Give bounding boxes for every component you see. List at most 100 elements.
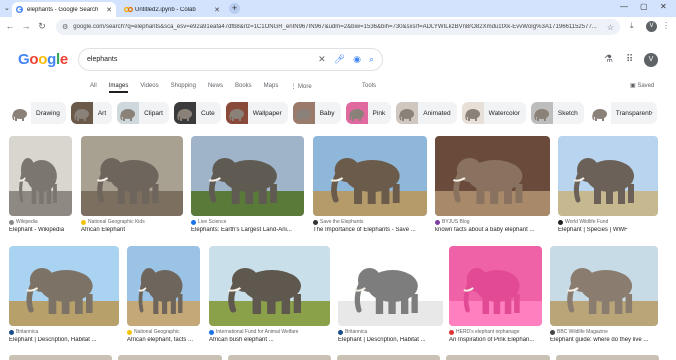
image-result-card[interactable]: National Geographic Kids African Elephant <box>81 136 183 233</box>
chip-art[interactable]: Art <box>70 102 113 124</box>
download-icon[interactable]: ⤓ <box>630 21 634 31</box>
result-caption[interactable]: Elephant | Description, Habitat ... <box>338 337 443 343</box>
image-result-card[interactable]: Live Science Elephants: Earth's Largest L… <box>191 136 304 233</box>
labs-flask-icon[interactable]: ⚗ <box>604 54 613 65</box>
bookmark-star-icon[interactable]: ☆ <box>607 23 614 32</box>
result-image[interactable] <box>435 136 550 216</box>
result-source[interactable]: HERD's elephant orphanage <box>449 329 542 335</box>
image-result-card[interactable]: BYJUS Blog known facts about a baby eleph… <box>435 136 550 233</box>
tab-more[interactable]: ⋮ More <box>290 83 311 93</box>
tools-button[interactable]: Tools <box>362 83 376 89</box>
chip-cute[interactable]: Cute <box>173 102 221 124</box>
image-result-card[interactable]: HERD's elephant orphanage An Inspiration … <box>449 246 542 343</box>
saved-button[interactable]: ▣ Saved <box>630 82 654 89</box>
tab-shopping[interactable]: Shopping <box>171 83 196 93</box>
chip-pink[interactable]: Pink <box>345 102 392 124</box>
tab-videos[interactable]: Videos <box>140 83 158 93</box>
result-source[interactable]: Britannica <box>9 329 119 335</box>
address-bar[interactable]: ⚙ google.com/search?q=elephants&sca_esv=… <box>56 19 620 35</box>
result-source[interactable]: World Wildlife Fund <box>558 219 658 225</box>
google-logo[interactable]: Google <box>18 51 68 68</box>
tab-google-search[interactable]: elephants - Google Search ✕ <box>12 2 116 17</box>
menu-icon[interactable]: ⋮ <box>662 21 670 30</box>
result-source[interactable]: BYJUS Blog <box>435 219 550 225</box>
image-result-card[interactable]: World Wildlife Fund Elephant | Species | … <box>558 136 658 233</box>
result-source[interactable]: National Geographic <box>127 329 200 335</box>
result-image[interactable] <box>550 246 658 326</box>
tab-books[interactable]: Books <box>235 83 252 93</box>
image-result-card[interactable]: International Fund for Animal Welfare Afr… <box>209 246 330 343</box>
chevron-right-icon[interactable]: › <box>650 108 653 117</box>
chip-baby[interactable]: Baby <box>292 102 341 124</box>
result-caption[interactable]: African bush elephant ... <box>209 337 330 343</box>
result-source[interactable]: Wikipedia <box>9 219 72 225</box>
next-row-partial <box>9 355 659 360</box>
result-image[interactable] <box>191 136 304 216</box>
image-result-card[interactable]: National Geographic African elephant, fac… <box>127 246 200 343</box>
result-caption[interactable]: Elephants: Earth's Largest Land-Ani... <box>191 227 304 233</box>
result-source[interactable]: National Geographic Kids <box>81 219 183 225</box>
image-result-card[interactable]: Save the Elephants The Importance of Elep… <box>313 136 427 233</box>
image-result-card[interactable]: BBC Wildlife Magazine Elephant guide: whe… <box>550 246 658 343</box>
result-caption[interactable]: Elephant | Species | WWF <box>558 227 658 233</box>
profile-avatar[interactable]: V <box>646 21 657 32</box>
search-icon[interactable]: ⌕ <box>369 54 374 65</box>
result-image[interactable] <box>558 136 658 216</box>
reload-icon[interactable]: ↻ <box>36 21 48 32</box>
chip-sketch[interactable]: Sketch <box>530 102 584 124</box>
tab-colab[interactable]: Untitled2.ipynb - Colab ✕ <box>120 2 224 17</box>
close-window-icon[interactable]: ✕ <box>660 2 667 11</box>
result-caption[interactable]: An Inspiration of Pink Elephan... <box>449 337 542 343</box>
close-tab-icon[interactable]: ✕ <box>106 6 112 14</box>
image-result-card[interactable]: Wikipedia Elephant - Wikipedia <box>9 136 72 233</box>
chip-animated[interactable]: Animated <box>396 102 457 124</box>
result-caption[interactable]: The Importance of Elephants - Save ... <box>313 227 427 233</box>
result-image[interactable] <box>209 246 330 326</box>
result-caption[interactable]: African Elephant <box>81 227 183 233</box>
result-source[interactable]: Britannica <box>338 329 443 335</box>
search-input[interactable]: elephants <box>87 56 310 63</box>
result-source[interactable]: BBC Wildlife Magazine <box>550 329 658 335</box>
new-tab-button[interactable]: + <box>229 3 240 14</box>
lens-icon[interactable]: ◉ <box>353 54 361 65</box>
chip-transparent[interactable]: Transparent <box>588 102 657 124</box>
chip-clipart[interactable]: Clipart <box>117 102 169 124</box>
tab-search-icon[interactable]: ⌄ <box>4 4 10 12</box>
tab-all[interactable]: All <box>90 83 97 93</box>
result-caption[interactable]: Elephant - Wikipedia <box>9 227 72 233</box>
chip-watercolor[interactable]: Watercolor <box>461 102 526 124</box>
close-tab-icon[interactable]: ✕ <box>214 6 220 14</box>
result-image[interactable] <box>127 246 200 326</box>
result-image[interactable] <box>9 136 72 216</box>
search-box[interactable]: elephants ✕ 🎤︎ ◉ ⌕ <box>78 48 383 71</box>
result-source[interactable]: Save the Elephants <box>313 219 427 225</box>
chip-wallpaper[interactable]: Wallpaper <box>225 102 288 124</box>
back-icon[interactable]: ← <box>4 21 16 31</box>
result-caption[interactable]: known facts about a baby elephant ... <box>435 227 550 233</box>
image-result-card[interactable]: Britannica Elephant | Description, Habita… <box>9 246 119 343</box>
result-image[interactable] <box>338 246 443 326</box>
result-image[interactable] <box>449 246 542 326</box>
source-name: BYJUS Blog <box>442 219 470 225</box>
chip-drawing[interactable]: Drawing <box>9 102 66 124</box>
minimize-icon[interactable]: — <box>620 2 628 11</box>
result-image[interactable] <box>81 136 183 216</box>
result-caption[interactable]: Elephant guide: where do they live ... <box>550 337 658 343</box>
result-image[interactable] <box>313 136 427 216</box>
result-source[interactable]: Live Science <box>191 219 304 225</box>
maximize-icon[interactable]: ▢ <box>640 2 648 11</box>
result-caption[interactable]: African elephant, facts ... <box>127 337 200 343</box>
result-source[interactable]: International Fund for Animal Welfare <box>209 329 330 335</box>
forward-icon[interactable]: → <box>20 21 32 31</box>
voice-search-icon[interactable]: 🎤︎ <box>334 54 345 65</box>
user-avatar[interactable]: V <box>644 53 658 67</box>
tab-news[interactable]: News <box>208 83 223 93</box>
tab-images[interactable]: Images <box>108 83 129 93</box>
clear-icon[interactable]: ✕ <box>318 54 326 65</box>
tab-maps[interactable]: Maps <box>264 83 279 93</box>
image-result-card[interactable]: Britannica Elephant | Description, Habita… <box>338 246 443 343</box>
result-image[interactable] <box>9 246 119 326</box>
result-caption[interactable]: Elephant | Description, Habitat ... <box>9 337 119 343</box>
site-info-icon[interactable]: ⚙ <box>62 23 68 31</box>
apps-grid-icon[interactable]: ⠿ <box>626 54 633 65</box>
